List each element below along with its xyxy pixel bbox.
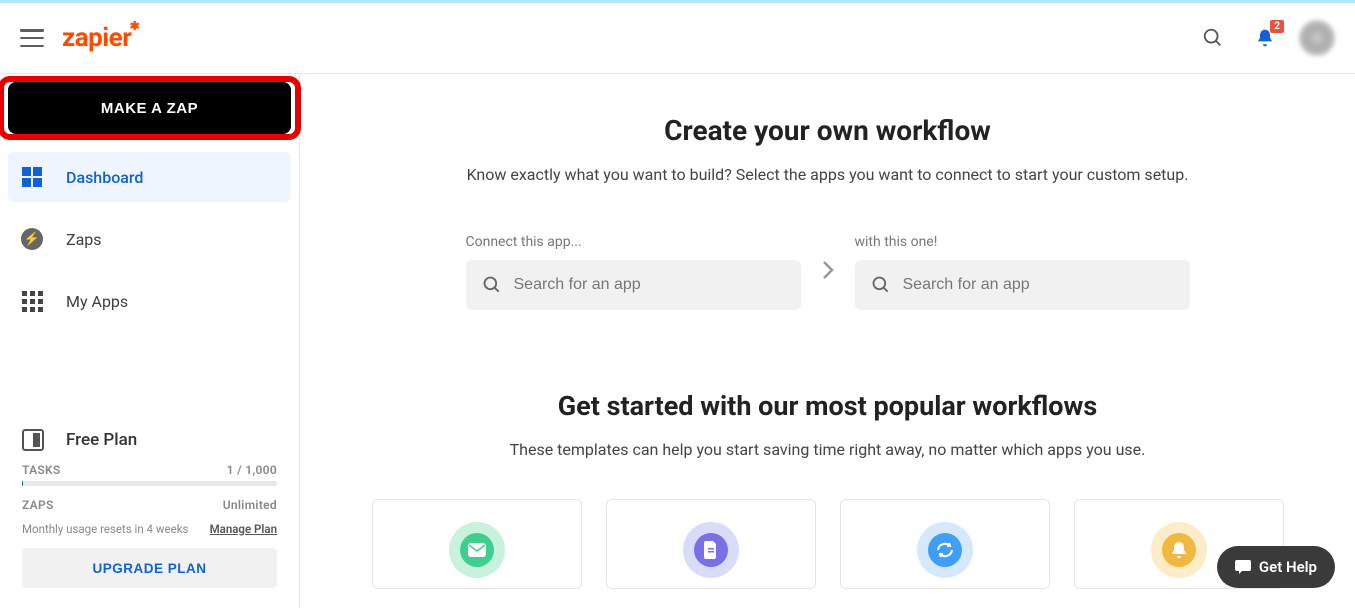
reset-text: Monthly usage resets in 4 weeks — [22, 522, 188, 536]
sync-icon — [917, 522, 973, 578]
sidebar-item-label: Dashboard — [66, 168, 143, 187]
avatar[interactable] — [1299, 20, 1335, 56]
get-help-button[interactable]: Get Help — [1217, 546, 1335, 588]
notifications-button[interactable]: 2 — [1243, 16, 1287, 60]
search-icon — [482, 275, 502, 295]
make-a-zap-button[interactable]: MAKE A ZAP — [8, 82, 291, 134]
logo-text: zapier — [62, 23, 131, 53]
template-card[interactable] — [372, 499, 582, 589]
connect-left-label: Connect this app... — [466, 234, 801, 250]
tasks-value: 1 / 1,000 — [227, 463, 277, 477]
upgrade-plan-button[interactable]: UPGRADE PLAN — [22, 548, 277, 588]
zapier-logo[interactable]: zapier ✱ — [62, 23, 131, 53]
app-search-input-left[interactable] — [514, 276, 785, 294]
dashboard-icon — [20, 165, 44, 189]
chevron-right-icon — [821, 259, 835, 285]
logo-star-icon: ✱ — [130, 19, 140, 33]
notification-badge: 2 — [1270, 20, 1284, 33]
chat-icon — [1235, 560, 1251, 574]
hero-title: Create your own workflow — [340, 114, 1315, 147]
header: zapier ✱ 2 — [0, 3, 1355, 74]
hero-subtitle: Know exactly what you want to build? Sel… — [340, 165, 1315, 184]
document-icon — [683, 522, 739, 578]
sidebar-item-label: Zaps — [66, 230, 102, 249]
hamburger-menu-icon[interactable] — [20, 29, 44, 47]
plan-name: Free Plan — [66, 430, 137, 450]
search-icon — [871, 275, 891, 295]
connect-apps-row: Connect this app... with this one! — [340, 234, 1315, 310]
template-card[interactable] — [606, 499, 816, 589]
bell-icon — [1151, 522, 1207, 578]
tasks-progress-bar — [22, 481, 277, 486]
sidebar-item-label: My Apps — [66, 292, 128, 311]
zap-icon: ⚡ — [20, 227, 44, 251]
app-search-right[interactable] — [855, 260, 1190, 310]
global-search-button[interactable] — [1191, 16, 1235, 60]
popular-title: Get started with our most popular workfl… — [340, 390, 1315, 422]
plan-icon — [22, 429, 44, 451]
main-content: Create your own workflow Know exactly wh… — [300, 74, 1355, 608]
zaps-label: ZAPS — [22, 498, 54, 512]
mail-icon — [449, 522, 505, 578]
zaps-value: Unlimited — [223, 498, 277, 512]
app-search-left[interactable] — [466, 260, 801, 310]
manage-plan-link[interactable]: Manage Plan — [210, 522, 277, 536]
sidebar-item-my-apps[interactable]: My Apps — [8, 276, 291, 326]
connect-right-label: with this one! — [855, 234, 1190, 250]
tasks-label: TASKS — [22, 463, 61, 477]
apps-grid-icon — [20, 289, 44, 313]
search-icon — [1202, 27, 1224, 49]
get-help-label: Get Help — [1259, 558, 1317, 576]
sidebar-item-zaps[interactable]: ⚡ Zaps — [8, 214, 291, 264]
app-search-input-right[interactable] — [903, 276, 1174, 294]
sidebar-item-dashboard[interactable]: Dashboard — [8, 152, 291, 202]
template-card[interactable] — [840, 499, 1050, 589]
sidebar: MAKE A ZAP Dashboard ⚡ Zaps My Apps — [0, 74, 300, 608]
popular-subtitle: These templates can help you start savin… — [340, 440, 1315, 459]
plan-section: Free Plan TASKS 1 / 1,000 ZAPS Unlimited… — [0, 417, 299, 600]
template-cards — [340, 499, 1315, 589]
